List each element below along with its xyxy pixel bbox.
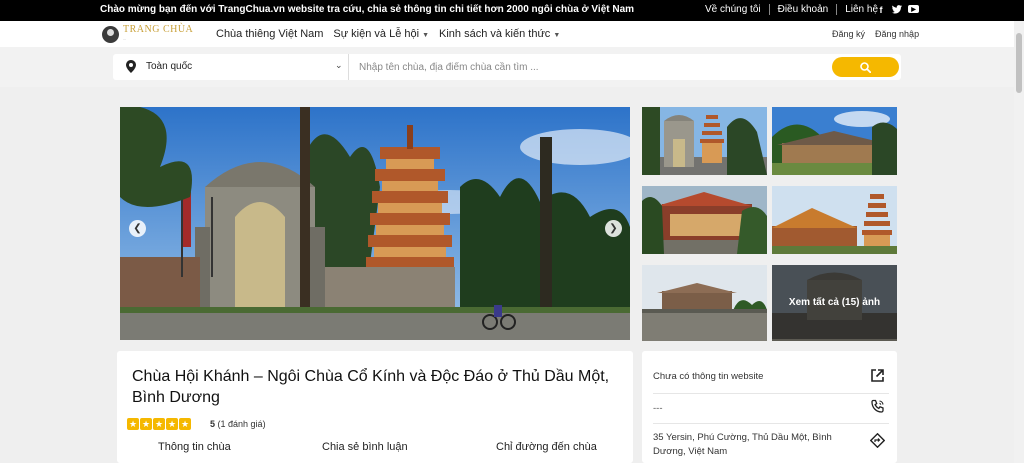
- rating-count: (1 đánh giá): [217, 419, 266, 429]
- directions-icon[interactable]: [870, 433, 885, 448]
- main-nav: TRANG CHÙA ... Chùa thiêng Việt Nam Sự k…: [0, 21, 1014, 47]
- thumb-photo: [772, 107, 897, 175]
- gallery-thumb[interactable]: [772, 186, 897, 254]
- rating-summary: 5 (1 đánh giá): [210, 419, 266, 429]
- location-pin-icon: [126, 60, 136, 73]
- search-box: Toàn quốc ⌄: [113, 54, 901, 80]
- hero-image[interactable]: ❮ ❯: [120, 107, 630, 340]
- rating-value: 5: [210, 419, 216, 429]
- temple-card: Chùa Hội Khánh – Ngôi Chùa Cổ Kính và Độ…: [117, 351, 633, 463]
- logo-brand-text: TRANG CHÙA: [123, 24, 194, 35]
- external-link-icon[interactable]: [870, 368, 885, 383]
- location-select[interactable]: Toàn quốc ⌄: [113, 54, 349, 80]
- star-rating: ★ ★ ★ ★ ★: [127, 418, 191, 430]
- tab-info[interactable]: Thông tin chùa: [158, 441, 231, 453]
- location-value: Toàn quốc: [146, 61, 193, 72]
- carousel-prev-button[interactable]: ❮: [129, 220, 146, 237]
- star-icon: ★: [153, 418, 165, 430]
- login-link[interactable]: Đăng nhập: [875, 29, 919, 39]
- gallery-thumb[interactable]: [642, 265, 767, 341]
- nav-item-scriptures[interactable]: Kinh sách và kiến thức ▼: [439, 28, 560, 40]
- address-info: 35 Yersin, Phú Cường, Thủ Dầu Một, Bình …: [653, 432, 832, 457]
- welcome-text: Chào mừng bạn đến với TrangChua.vn websi…: [100, 4, 635, 15]
- chevron-left-icon: ❮: [133, 223, 142, 234]
- temple-tabs: Thông tin chùa Chia sẻ bình luận Chỉ đườ…: [117, 441, 633, 459]
- contact-card: Chưa có thông tin website --- 35 Yersin,…: [642, 351, 897, 463]
- tab-comments[interactable]: Chia sẻ bình luận: [322, 441, 408, 453]
- search-input[interactable]: [359, 58, 829, 76]
- phone-icon[interactable]: [870, 399, 885, 414]
- chevron-down-icon: ⌄: [335, 60, 343, 70]
- search-button[interactable]: [832, 57, 899, 77]
- nav-item-scriptures-label: Kinh sách và kiến thức: [439, 28, 551, 40]
- about-link[interactable]: Về chúng tôi: [705, 4, 770, 15]
- site-logo[interactable]: TRANG CHÙA ...: [102, 25, 193, 43]
- nav-menu: Chùa thiêng Việt Nam Sự kiện và Lễ hội ▼ …: [216, 28, 560, 40]
- twitter-icon[interactable]: [892, 4, 902, 15]
- terms-link[interactable]: Điều khoản: [770, 4, 838, 15]
- gallery-thumb[interactable]: [642, 186, 767, 254]
- top-bar: Chào mừng bạn đến với TrangChua.vn websi…: [0, 0, 1024, 21]
- star-icon: ★: [166, 418, 178, 430]
- nav-item-temples-label: Chùa thiêng Việt Nam: [216, 28, 324, 40]
- view-all-photos[interactable]: Xem tất cả (15) ảnh: [772, 265, 897, 341]
- website-info: Chưa có thông tin website: [653, 371, 764, 382]
- thumb-photo: [642, 265, 767, 341]
- view-all-label: Xem tất cả (15) ảnh: [772, 265, 897, 339]
- facebook-icon[interactable]: f: [876, 4, 886, 15]
- tab-directions[interactable]: Chỉ đường đến chùa: [496, 441, 597, 453]
- phone-info: ---: [653, 403, 663, 414]
- scrollbar-thumb[interactable]: [1016, 33, 1022, 93]
- top-links: Về chúng tôi Điều khoản Liên hệ: [705, 4, 886, 15]
- divider: [653, 393, 889, 394]
- youtube-icon[interactable]: ▶: [908, 5, 919, 13]
- auth-links: Đăng ký Đăng nhập: [832, 29, 919, 39]
- chevron-down-icon: ▼: [422, 32, 429, 39]
- nav-item-events[interactable]: Sự kiện và Lễ hội ▼: [333, 28, 429, 40]
- thumb-photo: [772, 186, 897, 254]
- gallery-thumb[interactable]: [772, 107, 897, 175]
- divider: [653, 423, 889, 424]
- search-band: Toàn quốc ⌄: [0, 47, 1014, 87]
- carousel-next-button[interactable]: ❯: [605, 220, 622, 237]
- nav-item-events-label: Sự kiện và Lễ hội: [333, 28, 420, 40]
- page-title: Chùa Hội Khánh – Ngôi Chùa Cổ Kính và Độ…: [132, 368, 610, 406]
- star-icon: ★: [127, 418, 139, 430]
- logo-brand: TRANG CHÙA ...: [123, 25, 193, 43]
- logo-tagline: ...: [123, 36, 126, 41]
- thumb-photo: [642, 107, 767, 175]
- star-icon: ★: [140, 418, 152, 430]
- search-icon: [860, 61, 871, 73]
- register-link[interactable]: Đăng ký: [832, 29, 865, 39]
- thumb-photo: [642, 186, 767, 254]
- page-scrollbar[interactable]: [1014, 21, 1024, 463]
- nav-item-temples[interactable]: Chùa thiêng Việt Nam: [216, 28, 323, 40]
- social-links: f ▶: [876, 4, 919, 15]
- chevron-down-icon: ▼: [553, 32, 561, 39]
- logo-icon: [102, 25, 119, 43]
- gallery-thumb[interactable]: [642, 107, 767, 175]
- chevron-right-icon: ❯: [609, 223, 618, 234]
- temple-photo: [120, 107, 630, 340]
- star-icon: ★: [179, 418, 191, 430]
